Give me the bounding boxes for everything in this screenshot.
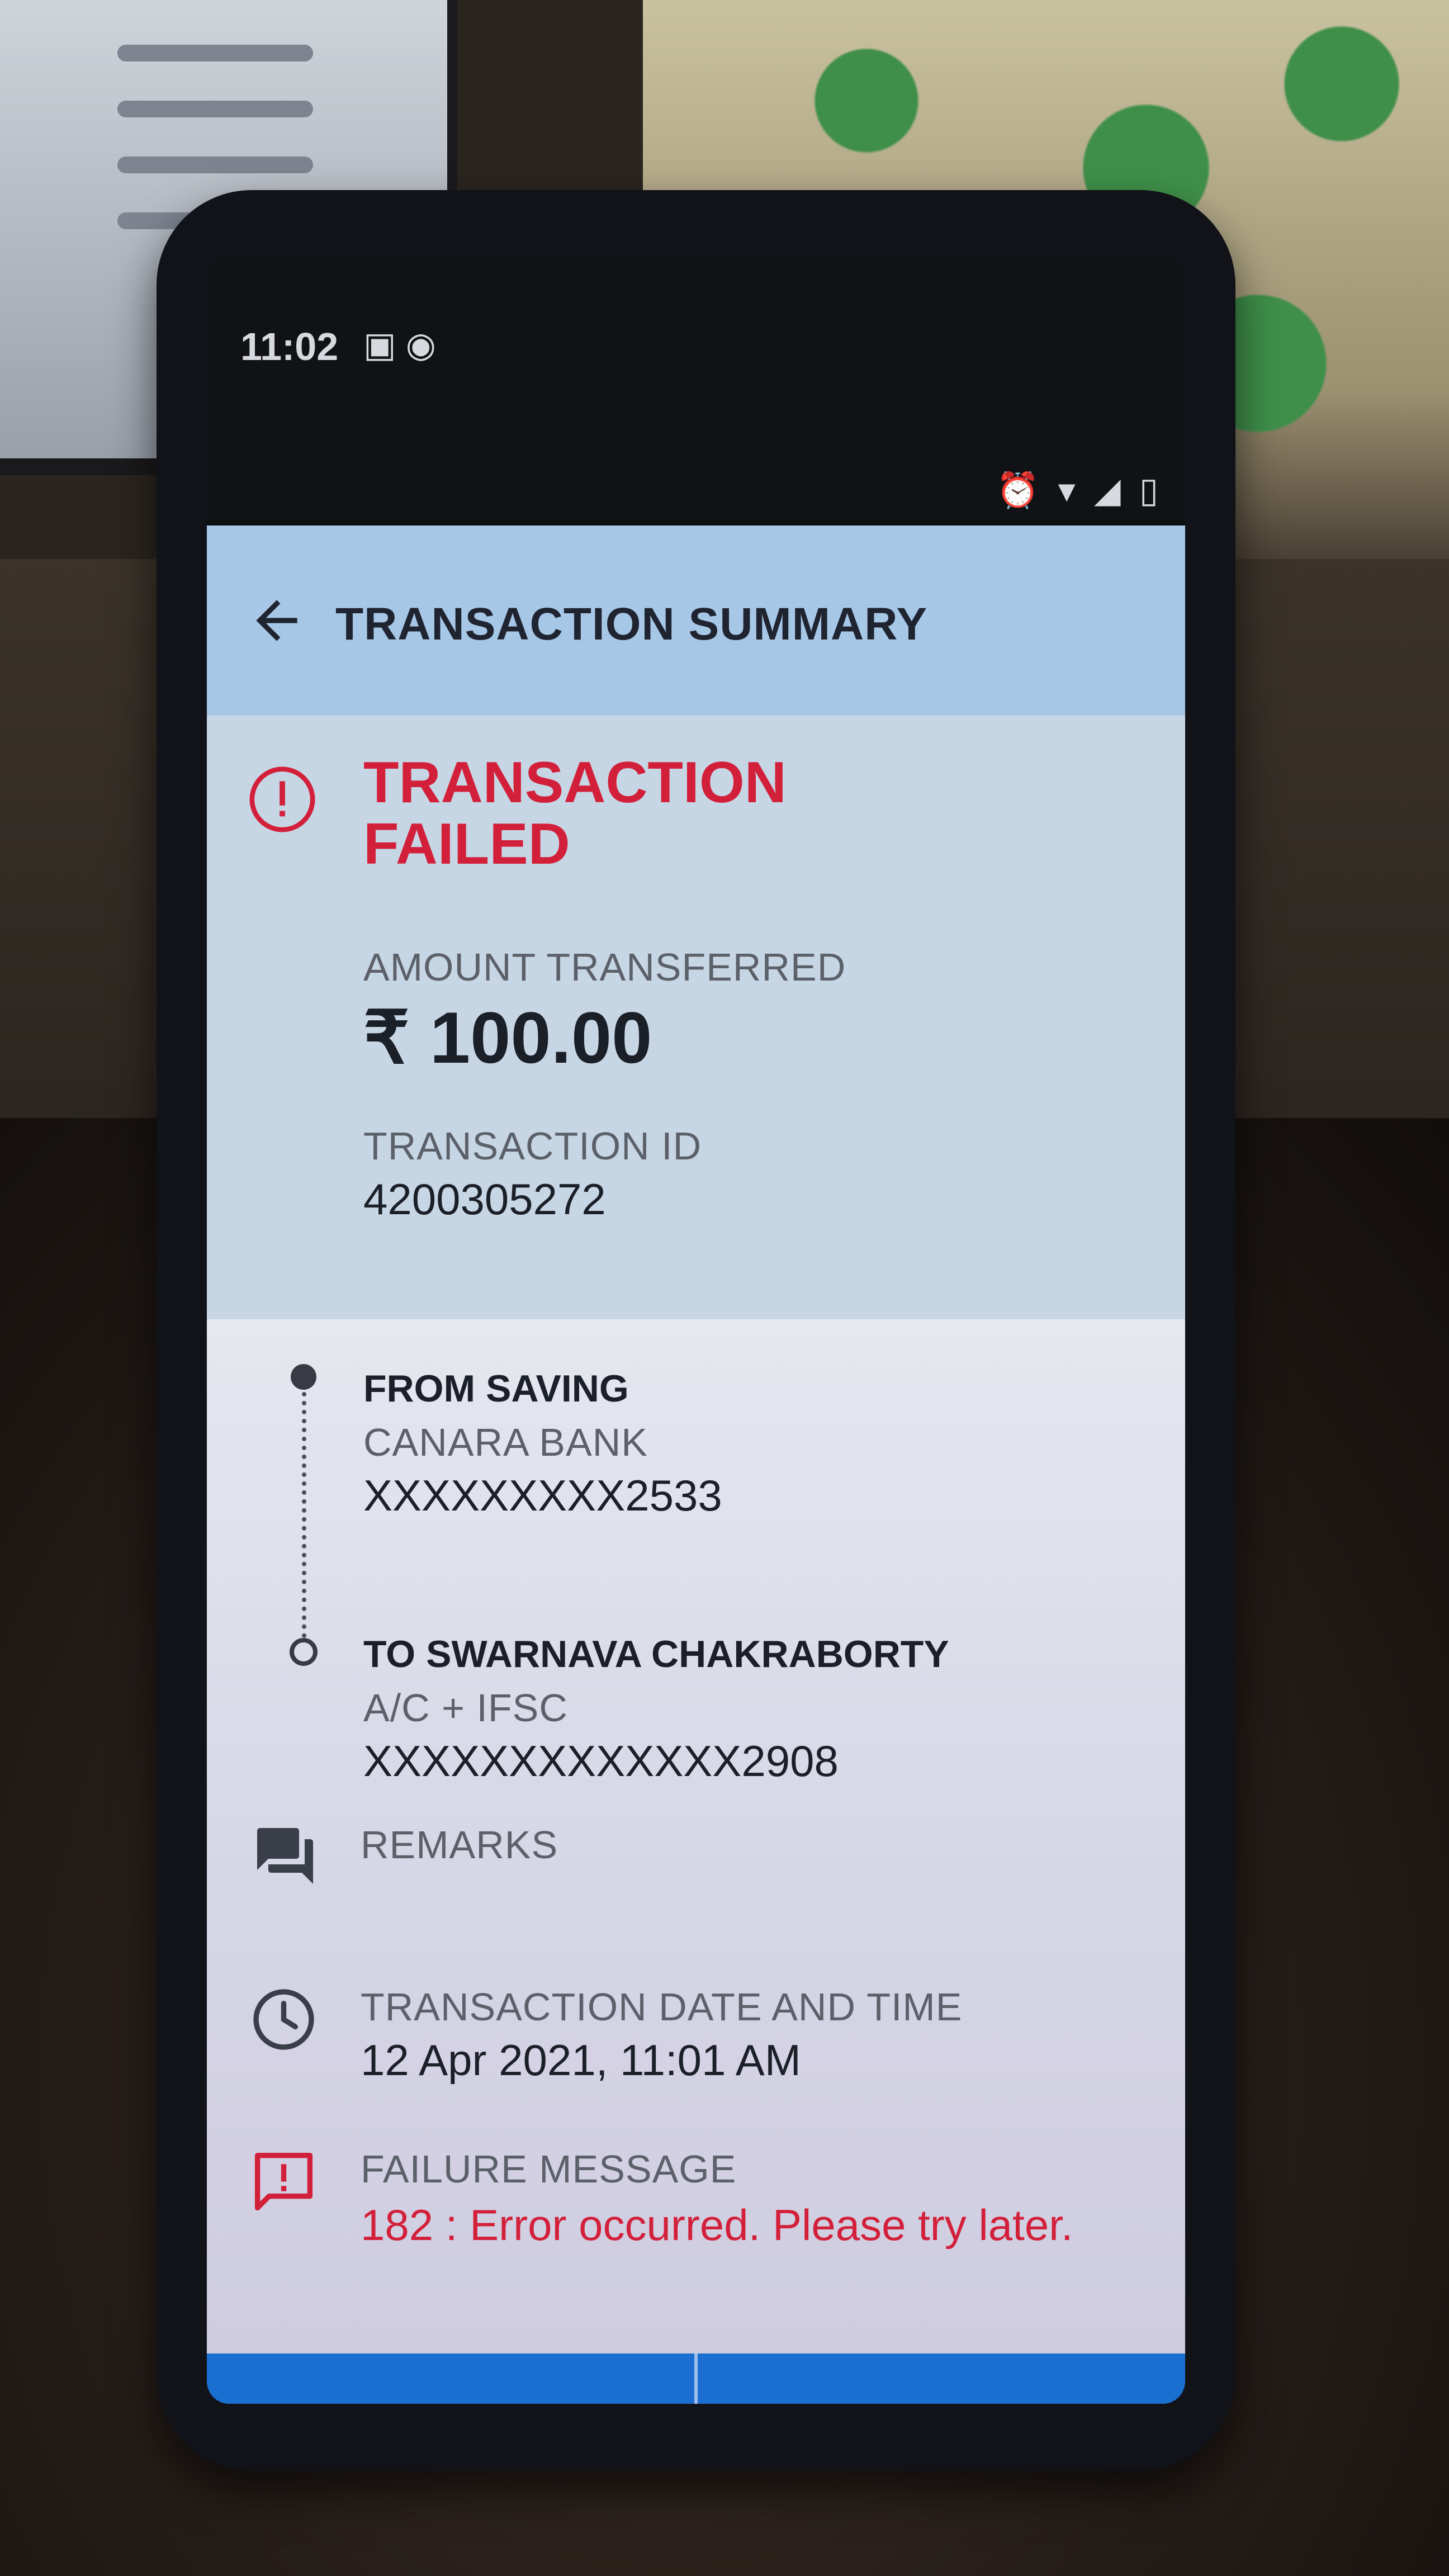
clock-icon bbox=[253, 1989, 314, 2050]
failure-message-text: 182 : Error occurred. Please try later. bbox=[361, 2200, 1073, 2250]
amount-value: ₹ 100.00 bbox=[363, 997, 652, 1078]
timeline-start-dot bbox=[291, 1364, 316, 1390]
phone-screen: 11:02 ▣ ◉ ⏰ ▾ ◢ ▯ TRANSACTION SUMMARY TR… bbox=[207, 257, 1185, 2404]
alert-circle-icon bbox=[249, 766, 315, 832]
notification-icons: ▣ ◉ bbox=[363, 326, 436, 364]
to-payee-title: TO SWARNAVA CHAKRABORTY bbox=[363, 1633, 949, 1675]
remarks-label: REMARKS bbox=[361, 1823, 558, 1867]
failure-message-label: FAILURE MESSAGE bbox=[361, 2147, 737, 2191]
from-account-number: XXXXXXXXX2533 bbox=[363, 1471, 722, 1520]
from-bank-name: CANARA BANK bbox=[363, 1420, 648, 1464]
datetime-value: 12 Apr 2021, 11:01 AM bbox=[361, 2035, 801, 2085]
system-status-icons: ⏰ ▾ ◢ ▯ bbox=[996, 471, 1163, 510]
action-bar: HOME RETRY bbox=[207, 2354, 1185, 2404]
transaction-id-label: TRANSACTION ID bbox=[363, 1124, 702, 1168]
transaction-status: TRANSACTION FAILED bbox=[363, 750, 787, 877]
datetime-label: TRANSACTION DATE AND TIME bbox=[361, 1985, 963, 2029]
transaction-details: FROM SAVING CANARA BANK XXXXXXXXX2533 TO… bbox=[207, 1319, 1185, 2354]
app-bar: TRANSACTION SUMMARY bbox=[207, 525, 1185, 716]
transaction-id-value: 4200305272 bbox=[363, 1175, 606, 1224]
timeline-connector bbox=[302, 1392, 306, 1638]
from-account-title: FROM SAVING bbox=[363, 1367, 629, 1410]
retry-button[interactable]: RETRY bbox=[698, 2354, 1185, 2404]
to-account-number: XXXXXXXXXXXXX2908 bbox=[363, 1736, 839, 1786]
phone-device: 11:02 ▣ ◉ ⏰ ▾ ◢ ▯ TRANSACTION SUMMARY TR… bbox=[157, 190, 1235, 2471]
status-time: 11:02 bbox=[240, 325, 339, 368]
timeline-end-dot bbox=[290, 1638, 318, 1666]
to-account-type: A/C + IFSC bbox=[363, 1686, 568, 1730]
status-bar: 11:02 ▣ ◉ ⏰ ▾ ◢ ▯ bbox=[207, 257, 1185, 520]
amount-label: AMOUNT TRANSFERRED bbox=[363, 945, 846, 989]
home-button[interactable]: HOME bbox=[207, 2354, 694, 2404]
page-title: TRANSACTION SUMMARY bbox=[335, 599, 928, 650]
chat-bubbles-icon bbox=[257, 1828, 313, 1884]
transaction-summary-card: TRANSACTION FAILED AMOUNT TRANSFERRED ₹ … bbox=[207, 716, 1185, 1319]
back-arrow-icon[interactable] bbox=[246, 590, 307, 651]
error-message-icon bbox=[254, 2152, 313, 2211]
